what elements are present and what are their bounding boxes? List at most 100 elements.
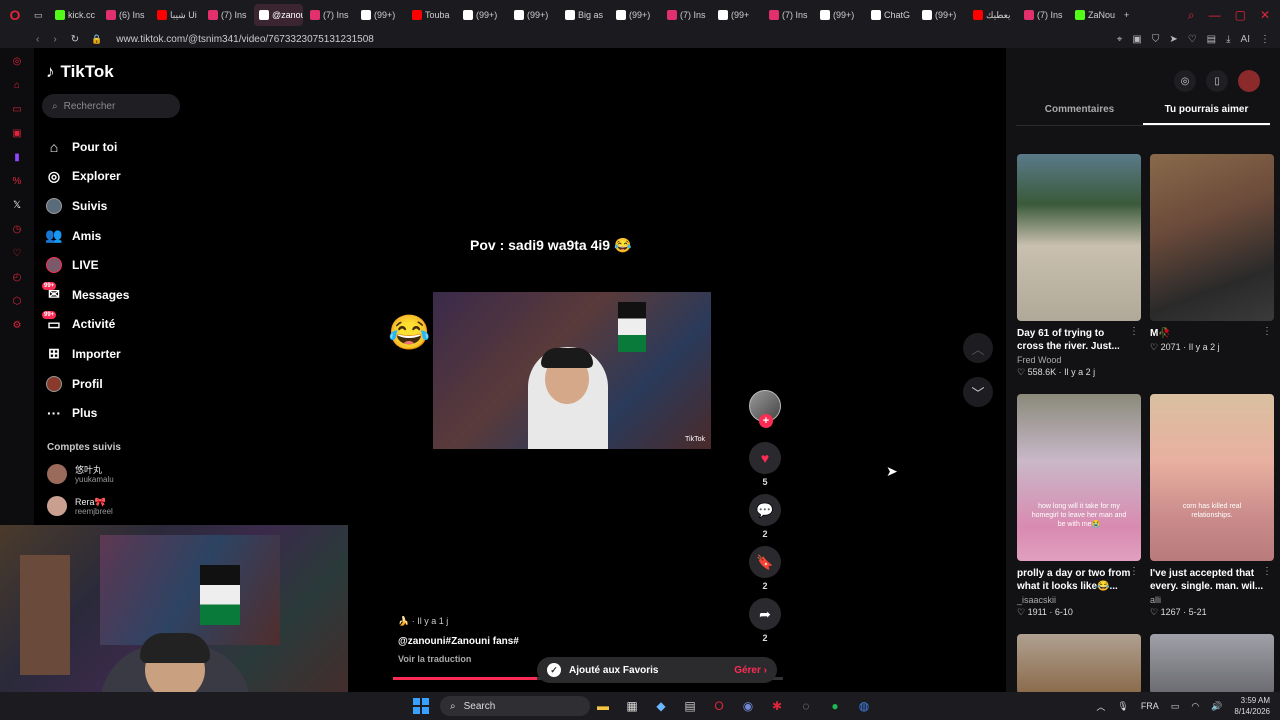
chevron-up-icon[interactable]: ︿: [1096, 700, 1105, 713]
browser-tab[interactable]: ChatG: [866, 4, 915, 26]
windows-start-icon[interactable]: [413, 698, 429, 714]
video-thumbnail[interactable]: corn has killed real relationships.: [1150, 394, 1274, 561]
heart-icon[interactable]: ♡: [1188, 34, 1197, 45]
messenger-icon[interactable]: ▭: [10, 104, 24, 118]
share-button[interactable]: ➦: [749, 598, 781, 630]
browser-tab[interactable]: (99+): [611, 4, 660, 26]
wallet-icon[interactable]: ▤: [1207, 34, 1216, 45]
tiktok-logo[interactable]: ♪ TikTok: [46, 62, 114, 82]
twitch-icon[interactable]: ▮: [10, 152, 24, 166]
spotify-icon[interactable]: ●: [826, 697, 844, 715]
more-options-icon[interactable]: ⋮: [1129, 566, 1139, 577]
app-icon[interactable]: ✱: [768, 697, 786, 715]
browser-tab[interactable]: (99+): [815, 4, 864, 26]
search-tabs-icon[interactable]: ⌕: [1188, 8, 1195, 23]
video-thumbnail[interactable]: [1150, 634, 1274, 694]
card-author[interactable]: _isaacskii: [1017, 595, 1141, 605]
workspace-icon[interactable]: ▭: [30, 4, 50, 26]
discord-icon[interactable]: ◉: [739, 697, 757, 715]
save-button[interactable]: 🔖: [749, 546, 781, 578]
like-button[interactable]: ♥: [749, 442, 781, 474]
compass-icon[interactable]: ◎: [1174, 70, 1196, 92]
back-icon[interactable]: ‹: [36, 34, 39, 45]
next-video-button[interactable]: ﹀: [963, 377, 993, 407]
extensions-icon[interactable]: ⬡: [10, 296, 24, 310]
browser-tab[interactable]: (99+): [917, 4, 966, 26]
menu-item-following[interactable]: Suivis: [46, 191, 186, 221]
browser-tab[interactable]: (7) Ins: [764, 4, 813, 26]
send-icon[interactable]: ➤: [1169, 34, 1177, 45]
clock-icon[interactable]: ◴: [10, 272, 24, 286]
tab-suggested[interactable]: Tu pourrais aimer: [1143, 104, 1270, 125]
aria-icon[interactable]: ◎: [10, 56, 24, 70]
ai-icon[interactable]: AI: [1241, 34, 1250, 45]
browser-tab[interactable]: ZaNou: [1070, 4, 1119, 26]
video-thumbnail[interactable]: [1150, 154, 1274, 321]
creator-avatar[interactable]: +: [749, 390, 781, 428]
menu-item-explore[interactable]: ◎ Explorer: [46, 162, 186, 192]
menu-icon[interactable]: ⋮: [1260, 34, 1270, 45]
suggested-video-card[interactable]: how long will it take for my homegirl to…: [1017, 394, 1141, 626]
menu-item-profile[interactable]: Profil: [46, 369, 186, 399]
tab-comments[interactable]: Commentaires: [1016, 104, 1143, 125]
card-author[interactable]: alli: [1150, 595, 1274, 605]
menu-item-upload[interactable]: ⊞ Importer: [46, 339, 186, 369]
browser-tab[interactable]: يعطيك: [968, 4, 1017, 26]
browser-tab[interactable]: (6) Ins: [101, 4, 150, 26]
maximize-icon[interactable]: ▢: [1235, 8, 1246, 23]
menu-item-more[interactable]: ··· Plus: [46, 398, 186, 428]
screenshot-icon[interactable]: ▣: [1132, 34, 1141, 45]
previous-video-button[interactable]: ︿: [963, 333, 993, 363]
history-icon[interactable]: ◷: [10, 224, 24, 238]
menu-item-messages[interactable]: ✉ 99+ Messages: [42, 280, 186, 310]
browser-tab[interactable]: (99+: [713, 4, 762, 26]
minimize-icon[interactable]: —: [1209, 8, 1221, 23]
monitor-icon[interactable]: ▭: [1171, 701, 1180, 712]
suggested-video-card[interactable]: [1017, 634, 1141, 694]
calculator-icon[interactable]: ▤: [681, 697, 699, 715]
comment-button[interactable]: 💬: [749, 494, 781, 526]
chrome-icon[interactable]: ◍: [855, 697, 873, 715]
opera-icon[interactable]: O: [0, 0, 30, 30]
taskbar-search[interactable]: ⌕ Search: [440, 696, 590, 716]
copilot-icon[interactable]: ◆: [652, 697, 670, 715]
forward-icon[interactable]: ›: [53, 34, 56, 45]
card-author[interactable]: Fred Wood: [1017, 355, 1141, 365]
pin-icon[interactable]: ⌖: [1117, 34, 1123, 45]
lock-app-icon[interactable]: ⌂: [10, 80, 24, 94]
browser-tab[interactable]: (99+): [458, 4, 507, 26]
store-icon[interactable]: ▦: [623, 697, 641, 715]
wifi-icon[interactable]: ◠: [1191, 701, 1199, 712]
browser-tab[interactable]: Touba: [407, 4, 456, 26]
suggested-video-card[interactable]: corn has killed real relationships. I've…: [1150, 394, 1274, 626]
video-player[interactable]: TikTok: [433, 292, 711, 449]
suggested-video-card[interactable]: Day 61 of trying to cross the river. Jus…: [1017, 154, 1141, 386]
browser-tab[interactable]: (7) Ins: [203, 4, 252, 26]
x-twitter-icon[interactable]: 𝕏: [10, 200, 24, 214]
more-options-icon[interactable]: ⋮: [1129, 326, 1139, 337]
menu-item-activity[interactable]: ▭ 99+ Activité: [42, 310, 186, 340]
follow-plus-icon[interactable]: +: [759, 414, 773, 428]
download-icon[interactable]: ⤓: [1226, 34, 1230, 45]
close-icon[interactable]: ✕: [1260, 8, 1270, 23]
language-indicator[interactable]: FRA: [1141, 701, 1159, 711]
browser-tab[interactable]: (99+): [509, 4, 558, 26]
menu-item-friends[interactable]: 👥 Amis: [45, 221, 186, 251]
avatar[interactable]: [1238, 70, 1260, 92]
browser-tab[interactable]: Big as: [560, 4, 609, 26]
bookmark-icon[interactable]: ♡: [10, 248, 24, 262]
video-thumbnail[interactable]: [1017, 154, 1141, 321]
steam-icon[interactable]: ◌: [797, 697, 815, 715]
menu-item-live[interactable]: LIVE: [46, 250, 186, 280]
browser-tab[interactable]: kick.cc: [50, 4, 99, 26]
calendar-icon[interactable]: ▣: [10, 128, 24, 142]
clock[interactable]: 3:59 AM 8/14/2026: [1234, 695, 1270, 717]
percent-icon[interactable]: %: [10, 176, 24, 190]
more-options-icon[interactable]: ⋮: [1262, 326, 1272, 337]
new-tab-button[interactable]: +: [1119, 4, 1139, 26]
file-explorer-icon[interactable]: ▬: [594, 697, 612, 715]
followed-account[interactable]: 悠叶丸 yuukamalu: [47, 464, 114, 484]
see-translation-link[interactable]: Voir la traduction: [398, 654, 519, 664]
search-input[interactable]: ⌕ Rechercher: [42, 94, 180, 118]
manage-favorites-link[interactable]: Gérer ›: [734, 665, 767, 676]
